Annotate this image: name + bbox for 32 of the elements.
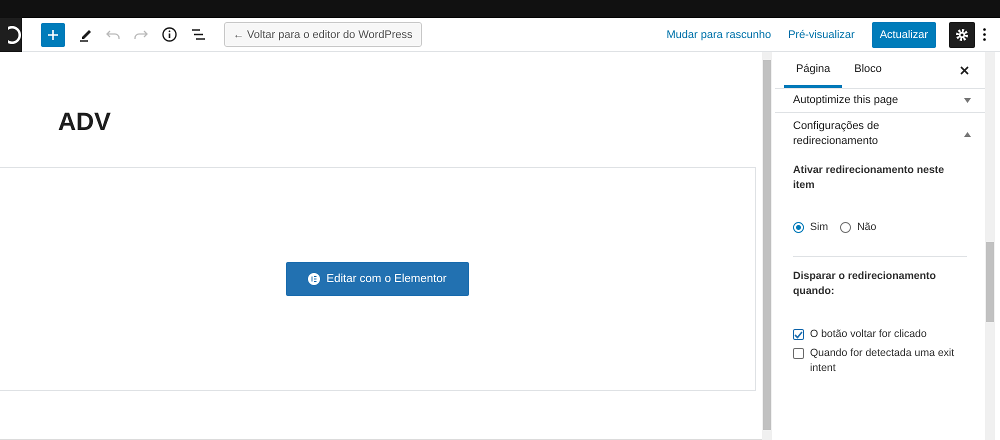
settings-button[interactable] (949, 22, 975, 48)
scrollbar[interactable] (985, 52, 995, 440)
gear-icon (955, 28, 969, 42)
checkbox[interactable] (793, 329, 804, 340)
elementor-logo-icon (308, 273, 320, 285)
field-label: Ativar redirecionamento neste item (793, 163, 946, 193)
sidebar-tab[interactable]: Bloco (842, 52, 894, 88)
add-block-button[interactable] (41, 22, 65, 46)
list-view-icon[interactable] (191, 28, 206, 41)
info-icon[interactable] (162, 27, 177, 42)
radio-option[interactable]: Não (840, 221, 876, 233)
page-title[interactable]: ADV (58, 108, 762, 137)
update-button[interactable]: Actualizar (872, 22, 936, 48)
caret-up-icon (964, 132, 971, 136)
sidebar-tab[interactable]: Página (784, 52, 842, 88)
caret-down-icon (964, 98, 971, 103)
checkbox[interactable] (793, 348, 804, 359)
field-label: Disparar o redirecionamento quando: (793, 269, 937, 299)
preview-link[interactable]: Pré-visualizar (788, 28, 855, 40)
switch-to-draft-link[interactable]: Mudar para rascunho (666, 28, 772, 40)
back-to-wordpress-editor-button[interactable]: ← Voltar para o editor do WordPress (224, 22, 422, 47)
panel-header[interactable]: Autoptimize this page (775, 89, 985, 113)
panel-header[interactable]: Configurações de redirecionamento (775, 113, 985, 153)
more-options-icon[interactable] (983, 28, 986, 41)
radio-option[interactable]: Sim (793, 221, 828, 233)
checkbox-label[interactable]: O botão voltar for clicado (810, 327, 927, 342)
pencil-icon[interactable] (79, 28, 92, 42)
wordpress-logo-icon[interactable] (8, 24, 22, 44)
checkbox-label[interactable]: Quando for detectada uma exit intent (810, 346, 967, 376)
edit-with-elementor-button[interactable]: Editar com o Elementor (286, 262, 469, 296)
plus-icon (47, 28, 59, 40)
scrollbar[interactable] (762, 52, 772, 440)
